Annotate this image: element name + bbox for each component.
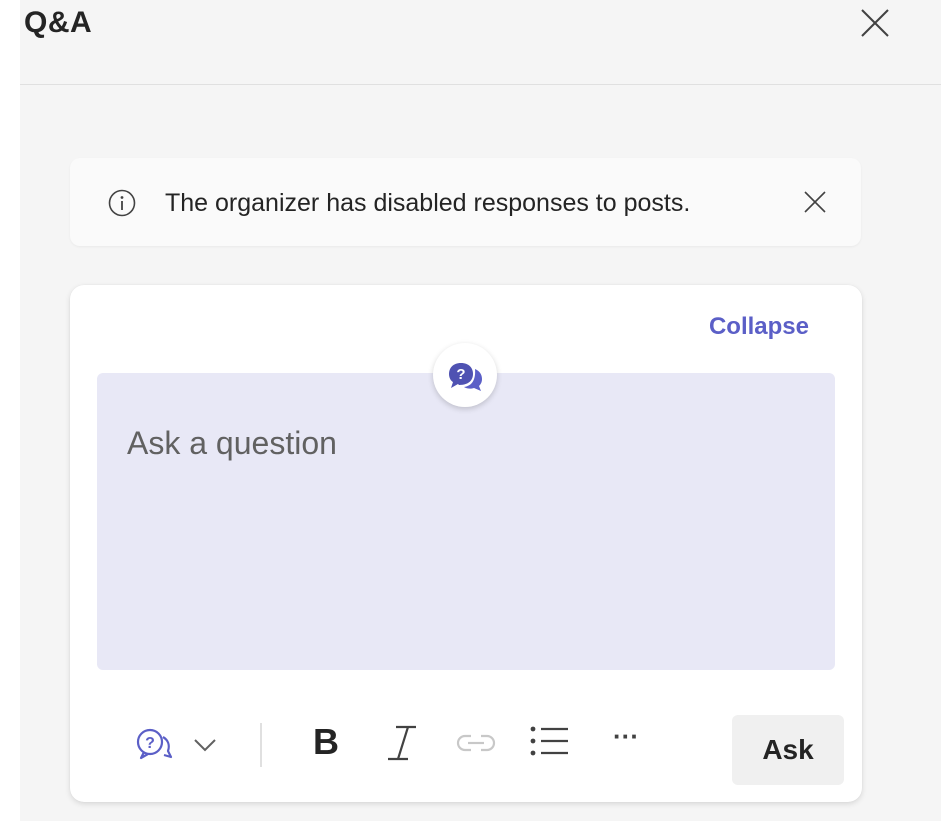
notice-message: The organizer has disabled responses to … — [165, 189, 691, 217]
collapse-button[interactable]: Collapse — [709, 313, 809, 341]
close-panel-button[interactable] — [858, 6, 892, 40]
question-type-badge: ? — [433, 343, 497, 407]
ask-button[interactable]: Ask — [732, 715, 844, 785]
close-icon — [804, 191, 826, 213]
question-input[interactable]: Ask a question — [127, 425, 337, 462]
bullet-list-button[interactable] — [528, 723, 572, 759]
svg-text:?: ? — [145, 735, 155, 752]
close-icon — [861, 9, 889, 37]
left-edge — [0, 0, 20, 821]
panel-title: Q&A — [24, 6, 93, 39]
question-chat-icon: ? — [449, 363, 482, 391]
italic-icon — [388, 725, 416, 761]
more-options-icon: ··· — [613, 721, 639, 751]
qa-panel: Q&A The organizer has disabled responses… — [0, 0, 941, 821]
question-composer: Collapse Ask a question ? ? B ··· Ask — [70, 285, 862, 802]
toolbar-divider — [260, 723, 262, 767]
svg-text:?: ? — [456, 366, 465, 383]
post-type-dropdown[interactable]: ? — [134, 725, 226, 765]
dismiss-notice-button[interactable] — [802, 189, 828, 215]
chevron-down-icon — [194, 739, 216, 752]
bullet-list-icon — [530, 726, 568, 756]
question-bubble-icon: ? — [136, 728, 173, 760]
formatting-toolbar: ? B ··· Ask — [70, 715, 862, 785]
more-options-button[interactable]: ··· — [608, 721, 644, 757]
link-icon — [456, 734, 496, 752]
info-icon — [108, 189, 136, 217]
italic-button[interactable] — [382, 721, 422, 765]
disabled-responses-notice: The organizer has disabled responses to … — [70, 158, 861, 246]
panel-header: Q&A — [20, 0, 941, 85]
question-input-area[interactable]: Ask a question — [97, 373, 835, 670]
bold-label: B — [313, 721, 339, 762]
bold-button[interactable]: B — [308, 721, 344, 765]
link-button — [454, 727, 498, 759]
